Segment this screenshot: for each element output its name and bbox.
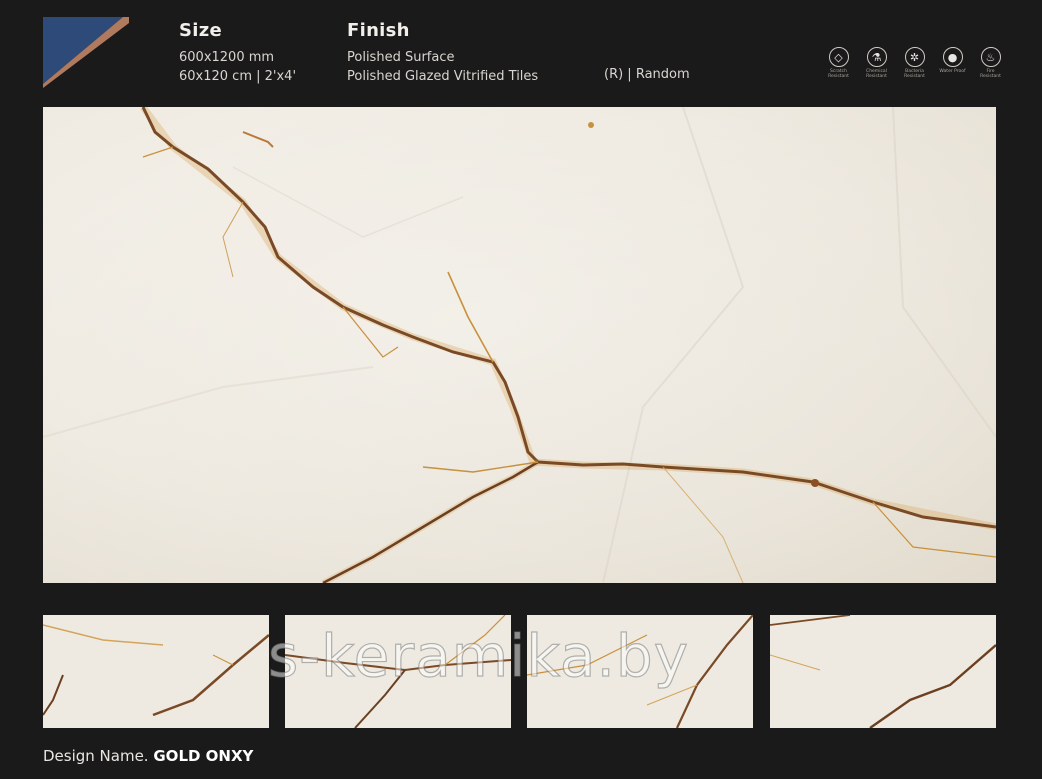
fire-icon: ♨ (980, 47, 1001, 67)
finish-surface: Polished Surface (347, 50, 455, 65)
size-section: Size 600x1200 mm 60x120 cm | 2'x4' (179, 20, 296, 86)
water-drop-icon: ● (942, 47, 963, 67)
finish-heading: Finish (347, 20, 410, 41)
feature-icons: ◇ Scratch Resistant ⚗ Chemical Resistant… (824, 47, 1005, 79)
feature-label: Fire Resistant (980, 69, 1001, 79)
feature-fire-resistant: ♨ Fire Resistant (976, 47, 1005, 79)
finish-type: Polished Glazed Vitrified Tiles (347, 69, 539, 84)
finish-section: Finish Polished Surface Polished Glazed … (347, 20, 538, 86)
color-swatch (43, 17, 129, 88)
size-heading: Size (179, 20, 223, 41)
feature-scratch-resistant: ◇ Scratch Resistant (824, 47, 853, 79)
thumbnail-4 (770, 615, 996, 728)
feature-water-proof: ● Water Proof (938, 47, 967, 79)
design-name: Design Name. GOLD ONXY (43, 747, 253, 765)
design-name-label: Design Name. (43, 747, 149, 765)
size-cm: 60x120 cm | 2'x4' (179, 69, 297, 84)
thumbnail-1 (43, 615, 269, 728)
feature-label: Bacteria Resistant (904, 69, 925, 79)
flask-icon: ⚗ (866, 47, 887, 67)
diamond-icon: ◇ (828, 47, 849, 67)
variation-label: (R) | Random (604, 67, 690, 82)
feature-bacteria-resistant: ✲ Bacteria Resistant (900, 47, 929, 79)
design-name-value: GOLD ONXY (153, 747, 254, 765)
feature-label: Scratch Resistant (828, 69, 849, 79)
watermark-text: s-keramika.by (267, 621, 690, 690)
feature-chemical-resistant: ⚗ Chemical Resistant (862, 47, 891, 79)
feature-label: Water Proof (939, 69, 966, 74)
feature-label: Chemical Resistant (866, 69, 887, 79)
size-mm: 600x1200 mm (179, 50, 275, 65)
bacteria-icon: ✲ (904, 47, 925, 67)
main-tile-image (43, 107, 996, 583)
